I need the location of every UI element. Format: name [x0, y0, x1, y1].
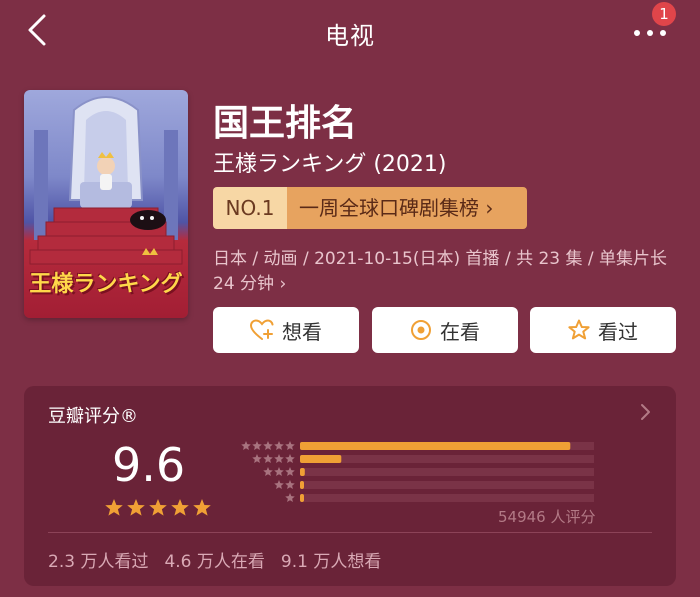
star-icon	[252, 441, 262, 451]
rating-histogram	[241, 441, 594, 503]
rating-title: 豆瓣评分®	[48, 406, 138, 427]
watch-stats: 2.3 万人看过 4.6 万人在看 9.1 万人想看	[48, 547, 381, 572]
top-bar: 电视 1	[0, 0, 700, 62]
chevron-right-icon[interactable]	[638, 402, 652, 422]
show-title: 国王排名	[213, 103, 358, 144]
notification-badge: 1	[652, 2, 676, 26]
star-icon	[252, 454, 262, 464]
watched-label: 看过	[598, 319, 638, 344]
histogram-bar	[300, 494, 304, 502]
star-icon	[263, 454, 273, 464]
rating-count: 54946 人评分	[498, 508, 596, 526]
star-icon	[263, 441, 273, 451]
target-icon	[411, 320, 431, 340]
rating-score: 9.6	[112, 438, 186, 492]
want-to-watch-button[interactable]: 想看	[213, 307, 359, 353]
star-icon	[171, 499, 189, 516]
page-title: 电视	[325, 22, 375, 50]
rank-number: NO.1	[213, 187, 287, 229]
divider	[48, 532, 652, 533]
star-icon	[274, 467, 284, 477]
star-icon	[105, 499, 123, 516]
rating-stars	[105, 499, 211, 516]
watching-button[interactable]: 在看	[372, 307, 518, 353]
star-icon	[285, 493, 295, 503]
watched-button[interactable]: 看过	[530, 307, 676, 353]
histogram-bar	[300, 442, 571, 450]
star-icon	[127, 499, 145, 516]
want-count[interactable]: 9.1 万人想看	[281, 547, 381, 572]
star-icon	[193, 499, 211, 516]
poster-title: 王様ランキング	[29, 272, 183, 297]
histogram-track	[300, 468, 594, 476]
star-icon	[241, 441, 251, 451]
poster-image[interactable]: 王様ランキング	[24, 90, 188, 318]
star-icon	[274, 441, 284, 451]
show-meta[interactable]: 日本 / 动画 / 2021-10-15(日本) 首播 / 共 23 集 / 单…	[213, 247, 673, 297]
star-icon	[263, 467, 273, 477]
histogram-track	[300, 455, 594, 463]
star-icon	[285, 467, 295, 477]
watched-count[interactable]: 2.3 万人看过	[48, 547, 148, 572]
want-to-watch-label: 想看	[282, 319, 322, 344]
rank-text: 一周全球口碑剧集榜 ›	[287, 187, 527, 229]
star-icon	[285, 454, 295, 464]
histogram-bar	[300, 481, 304, 489]
histogram-bar	[300, 468, 305, 476]
histogram-track	[300, 481, 594, 489]
histogram-bar	[300, 455, 342, 463]
histogram-track	[300, 494, 594, 502]
ranking-badge[interactable]: NO.1 一周全球口碑剧集榜 ›	[213, 187, 527, 229]
star-icon	[274, 454, 284, 464]
rating-card[interactable]: 豆瓣评分® 9.6 54946 人评分 2.3 万人看过 4.6 万人在看 9.…	[24, 386, 676, 586]
star-icon	[285, 441, 295, 451]
original-title: 王様ランキング (2021)	[213, 152, 447, 177]
watching-label: 在看	[440, 319, 480, 344]
star-outline-icon	[568, 319, 590, 340]
heart-plus-icon	[250, 319, 274, 340]
star-icon	[285, 480, 295, 490]
star-icon	[274, 480, 284, 490]
star-icon	[149, 499, 167, 516]
watching-count[interactable]: 4.6 万人在看	[164, 547, 264, 572]
